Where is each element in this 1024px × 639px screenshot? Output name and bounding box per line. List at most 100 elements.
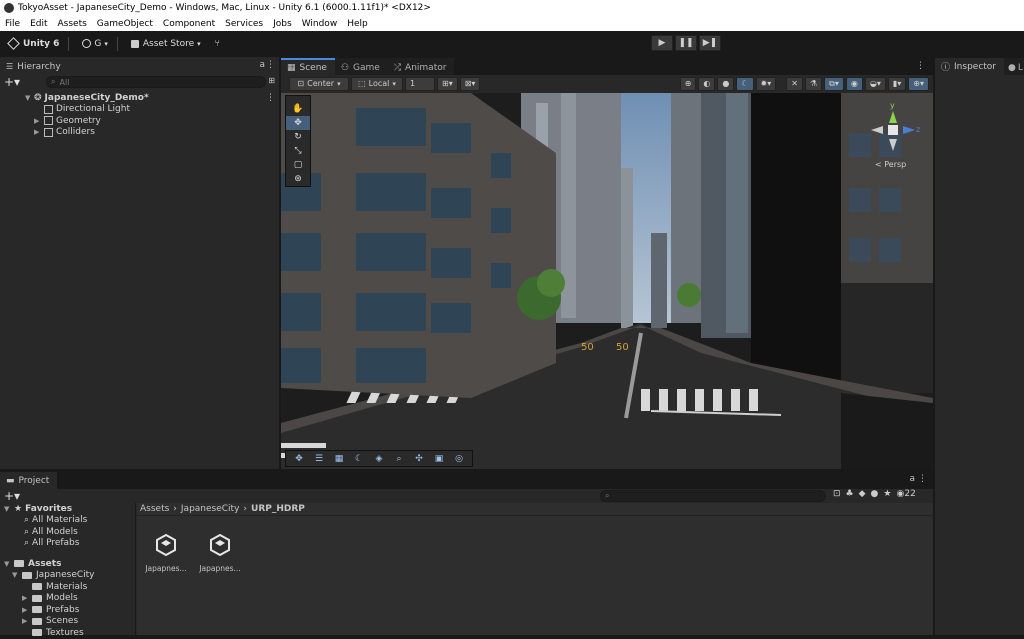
shaded-wire-button[interactable]: ◐ [698, 76, 716, 91]
more-options-icon[interactable]: ⋮ [266, 60, 275, 70]
scale-tool-button[interactable]: ⤡ [286, 144, 310, 158]
favorite-item[interactable]: ⌕ All Materials [0, 515, 135, 527]
fx-toggle[interactable]: ⚗ [804, 76, 823, 91]
add-icon[interactable]: +▾ [4, 489, 20, 503]
tab-inspector[interactable]: ⓘ Inspector [935, 58, 1004, 75]
favorite-item[interactable]: ⌕ All Prefabs [0, 538, 135, 550]
gizmos-dropdown[interactable]: ⊕▾ [908, 76, 929, 91]
expand-arrow-icon[interactable]: ▶ [22, 617, 32, 625]
step-button[interactable]: ▶❚ [699, 35, 721, 51]
project-search-input[interactable]: ⌕ [600, 490, 826, 502]
asset-tile[interactable]: Japapnes... [145, 534, 187, 573]
asset-store-button[interactable]: Asset Store ▾ [126, 35, 206, 52]
overlay-tool-button[interactable]: ⌕ [389, 452, 409, 466]
version-control-button[interactable]: ⑂ [210, 35, 225, 52]
grid-visibility-button[interactable]: ⊞▾ [437, 76, 458, 91]
overlay-tool-button[interactable]: ◈ [369, 452, 389, 466]
menu-component[interactable]: Component [158, 19, 220, 29]
menu-gameobject[interactable]: GameObject [92, 19, 158, 29]
lighting-toggle[interactable]: ☾ [736, 76, 754, 91]
render-settings-dropdown[interactable]: ◒▾ [864, 76, 886, 91]
overlay-tool-button[interactable]: ▦ [329, 452, 349, 466]
grid-snap-input[interactable]: 1 [405, 76, 435, 91]
overlay-tool-button[interactable]: ☾ [349, 452, 369, 466]
more-options-icon[interactable]: ⋮ [916, 61, 925, 71]
orientation-gizmo[interactable]: y z < Persp [863, 101, 923, 173]
scene-visibility-dropdown[interactable]: ⧉▾ [824, 76, 844, 91]
effects-dropdown[interactable]: ✹▾ [755, 76, 777, 91]
tag-icon[interactable]: ◆ [859, 489, 866, 499]
more-options-icon[interactable]: ⋮ [266, 93, 275, 103]
hierarchy-item[interactable]: ▶ Colliders [0, 127, 279, 139]
pivot-mode-dropdown[interactable]: ⊡ Center ▾ [289, 76, 349, 91]
folder-item[interactable]: ▶ Prefabs [0, 604, 135, 616]
folder-item[interactable]: ▶ Scenes [0, 616, 135, 628]
add-icon[interactable]: +▾ [4, 75, 20, 89]
expand-arrow-icon[interactable]: ▶ [34, 117, 44, 125]
expand-arrow-icon[interactable]: ▶ [34, 128, 44, 136]
assets-root-row[interactable]: ▼ Assets [0, 558, 135, 570]
scene-visibility-toggle[interactable]: ◉ [845, 76, 863, 91]
overlay-tool-button[interactable]: ☰ [309, 452, 329, 466]
rect-tool-button[interactable]: ▢ [286, 158, 310, 172]
overlay-tool-button[interactable]: ▣ [429, 452, 449, 466]
menu-jobs[interactable]: Jobs [268, 19, 297, 29]
scene-viewport[interactable]: 50 50 ✋ ✥ ↻ ⤡ ▢ ⊛ y z < Persp ✥ ☰ ▦ ☾ ◈ … [281, 93, 933, 469]
folder-item[interactable]: ▶ Models [0, 593, 135, 605]
hand-tool-button[interactable]: ✋ [286, 102, 310, 116]
menu-help[interactable]: Help [342, 19, 373, 29]
menu-file[interactable]: File [0, 19, 25, 29]
lock-icon[interactable]: a [909, 474, 915, 484]
menu-edit[interactable]: Edit [25, 19, 52, 29]
overlay-tool-button[interactable]: ✥ [289, 452, 309, 466]
breadcrumb-item[interactable]: URP_HDRP [251, 504, 305, 514]
breadcrumb-item[interactable]: Assets [140, 504, 169, 514]
unity-version-button[interactable]: Unity 6 [4, 35, 64, 52]
tab-animator[interactable]: ⤮ Animator [387, 58, 455, 75]
pause-button[interactable]: ❚❚ [675, 35, 697, 51]
shaded-button[interactable]: ● [717, 76, 735, 91]
draw-mode-button[interactable]: ⊕ [679, 76, 697, 91]
expand-arrow-icon[interactable]: ▼ [4, 560, 14, 568]
error-icon[interactable]: ● [871, 489, 879, 499]
camera-settings-dropdown[interactable]: ▮▾ [887, 76, 907, 91]
favorite-item[interactable]: ⌕ All Models [0, 526, 135, 538]
play-button[interactable]: ▶ [651, 35, 673, 51]
menu-assets[interactable]: Assets [53, 19, 92, 29]
snap-settings-button[interactable]: ⊠▾ [459, 76, 481, 91]
hierarchy-item[interactable]: ▶ Geometry [0, 115, 279, 127]
lock-icon[interactable]: a [259, 60, 265, 70]
transform-tool-button[interactable]: ⊛ [286, 172, 310, 186]
move-tool-button[interactable]: ✥ [286, 116, 310, 130]
overlay-tool-button[interactable]: ◎ [449, 452, 469, 466]
overlay-tool-button[interactable]: ✣ [409, 452, 429, 466]
folder-item[interactable]: Materials [0, 581, 135, 593]
more-options-icon[interactable]: ⋮ [918, 474, 927, 484]
menu-services[interactable]: Services [220, 19, 268, 29]
favorites-row[interactable]: ▼ ★ Favorites [0, 503, 135, 515]
asset-tile[interactable]: Japapnes... [199, 534, 241, 573]
expand-arrow-icon[interactable]: ▼ [4, 505, 14, 513]
account-button[interactable]: G ▾ [77, 35, 113, 52]
rotate-tool-button[interactable]: ↻ [286, 130, 310, 144]
audio-toggle[interactable]: ✕ [786, 76, 803, 91]
breadcrumb-item[interactable]: JapaneseCity [181, 504, 240, 514]
tab-lighting[interactable]: ● L [1004, 58, 1024, 75]
search-by-label-icon[interactable]: ♣ [846, 489, 854, 499]
expand-arrow-icon[interactable]: ▼ [12, 571, 22, 579]
tab-game[interactable]: ⚇ Game [334, 58, 388, 75]
search-by-type-icon[interactable]: ⊡ [833, 489, 841, 499]
folder-item[interactable]: ▼ JapaneseCity [0, 570, 135, 582]
tab-scene[interactable]: ▦ Scene [281, 58, 335, 75]
pivot-space-dropdown[interactable]: ⬚ Local ▾ [351, 76, 403, 91]
tab-hierarchy[interactable]: ☰ Hierarchy [0, 58, 69, 75]
filter-icon[interactable]: ⊞ [268, 76, 275, 85]
menu-window[interactable]: Window [297, 19, 343, 29]
expand-arrow-icon[interactable]: ▶ [22, 606, 32, 614]
hierarchy-item[interactable]: Directional Light [0, 104, 279, 116]
tab-project[interactable]: ▬ Project [0, 472, 58, 489]
projection-label[interactable]: < Persp [875, 160, 906, 169]
folder-item[interactable]: Textures [0, 627, 135, 639]
hierarchy-scene-row[interactable]: ▼ ❂ JapaneseCity_Demo* ⋮ [0, 92, 279, 104]
expand-arrow-icon[interactable]: ▶ [22, 594, 32, 602]
